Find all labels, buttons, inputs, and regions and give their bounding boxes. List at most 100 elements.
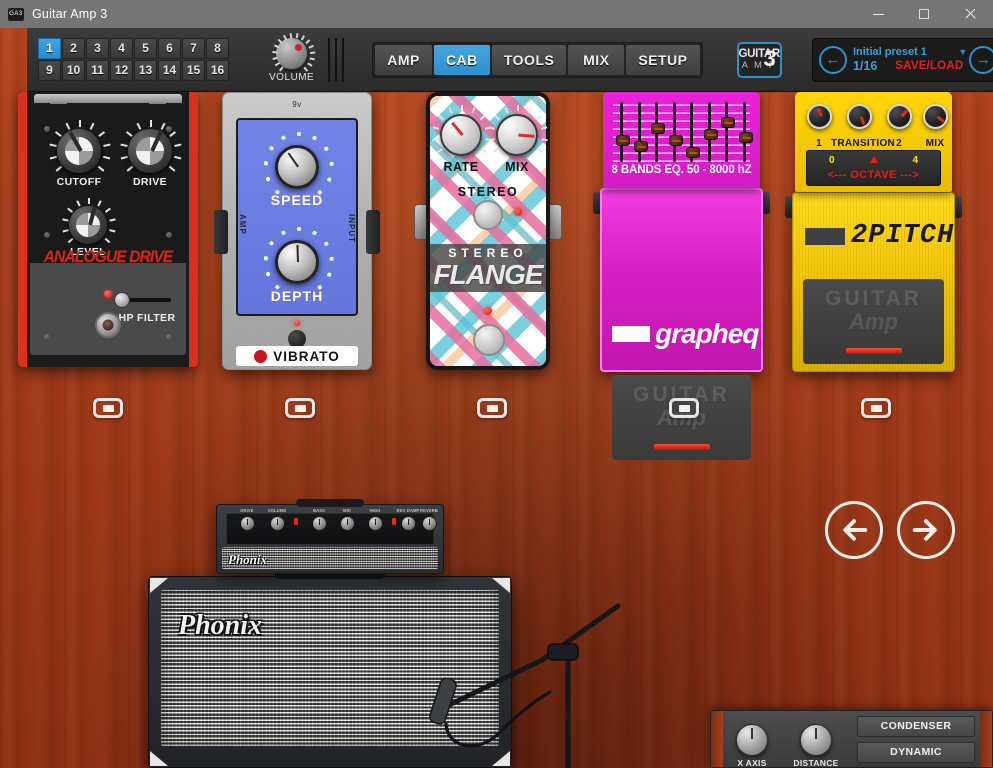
label-x-axis: X AXIS bbox=[737, 758, 767, 768]
eq-slider-handle-500[interactable] bbox=[668, 135, 683, 146]
tab-amp[interactable]: AMP bbox=[375, 44, 432, 75]
pedal-2pitch[interactable]: 2PITCH GUITAR Amp 1 TRANSITION 2 MIX 0 4… bbox=[785, 92, 962, 372]
eq-slider-handle-125[interactable] bbox=[633, 141, 648, 152]
chevron-down-icon[interactable]: ▼ bbox=[958, 47, 967, 57]
knob-level[interactable] bbox=[69, 206, 107, 244]
pedal-3-footswitch[interactable] bbox=[473, 324, 505, 356]
close-button[interactable] bbox=[947, 0, 993, 28]
app-icon: GA3 bbox=[8, 7, 24, 21]
preset-prev-button[interactable]: ← bbox=[818, 45, 847, 74]
hp-filter-handle[interactable] bbox=[114, 292, 130, 308]
preset-button-1[interactable]: 1 bbox=[38, 38, 61, 59]
preset-button-6[interactable]: 6 bbox=[158, 38, 181, 59]
amp-knob-reverb[interactable] bbox=[422, 516, 437, 531]
preset-button-2[interactable]: 2 bbox=[62, 38, 85, 59]
preset-button-8[interactable]: 8 bbox=[206, 38, 229, 59]
eq-slider-handle-4000[interactable] bbox=[721, 117, 736, 128]
mic-distance-control[interactable]: DISTANCE bbox=[793, 716, 839, 768]
arrow-left-icon bbox=[843, 519, 868, 541]
knob-depth[interactable] bbox=[275, 240, 319, 284]
bypass-toggle-pedal-5[interactable] bbox=[861, 398, 891, 418]
eq-slider-handle-50[interactable] bbox=[616, 135, 630, 146]
amp-knob-bass[interactable] bbox=[312, 516, 327, 531]
preset-button-5[interactable]: 5 bbox=[134, 38, 157, 59]
pedal-analogue-drive[interactable]: CUTOFF DRIVE LEVEL HP FILTER ANALOGUE DR… bbox=[18, 92, 198, 367]
preset-button-13[interactable]: 13 bbox=[134, 60, 157, 81]
condenser-button[interactable]: CONDENSER bbox=[857, 715, 975, 737]
preset-button-9[interactable]: 9 bbox=[38, 60, 61, 81]
pedal-4-body: grapheq GUITAR Amp bbox=[600, 188, 763, 460]
pedal-4-name: grapheq bbox=[655, 318, 759, 349]
bypass-toggle-pedal-4[interactable] bbox=[669, 398, 699, 418]
amp-knob-drive[interactable] bbox=[240, 516, 255, 531]
mic-x-axis-control[interactable]: X AXIS bbox=[729, 716, 775, 768]
preset-button-7[interactable]: 7 bbox=[182, 38, 205, 59]
preset-button-3[interactable]: 3 bbox=[86, 38, 109, 59]
eq-slider-handle-2000[interactable] bbox=[703, 129, 718, 140]
stereo-button[interactable] bbox=[473, 200, 503, 230]
amp-knob-volume[interactable] bbox=[270, 516, 285, 531]
amp-knob-rev-damp[interactable] bbox=[401, 516, 416, 531]
tab-setup[interactable]: SETUP bbox=[626, 44, 700, 75]
pedal-5-plate-text: GUITAR bbox=[825, 287, 922, 310]
dynamic-button[interactable]: DYNAMIC bbox=[857, 741, 975, 763]
preset-next-button[interactable]: → bbox=[969, 45, 993, 74]
pedal-5-footplate[interactable]: GUITAR Amp bbox=[803, 279, 944, 364]
volume-knob[interactable] bbox=[271, 32, 315, 71]
tab-tools[interactable]: TOOLS bbox=[491, 44, 567, 75]
tab-cab[interactable]: CAB bbox=[433, 44, 490, 75]
preset-button-16[interactable]: 16 bbox=[206, 60, 229, 81]
toolbar-divider-left bbox=[328, 37, 345, 83]
eq-slider-track-500[interactable] bbox=[672, 102, 676, 162]
knob-transition[interactable] bbox=[847, 104, 872, 129]
preset-button-10[interactable]: 10 bbox=[62, 60, 85, 81]
preset-button-4[interactable]: 4 bbox=[110, 38, 133, 59]
bypass-toggle-pedal-3[interactable] bbox=[477, 398, 507, 418]
amp-knob-high[interactable] bbox=[368, 516, 383, 531]
pedal-3-name-top: STEREO bbox=[448, 246, 528, 260]
amp-knob-mid[interactable] bbox=[340, 516, 355, 531]
eq-slider-handle-250[interactable] bbox=[651, 123, 666, 134]
prev-cabinet-button[interactable] bbox=[825, 501, 883, 559]
pedal-vibrato[interactable]: 9v AMP INPUT SPEED DEPTH VIBRATO bbox=[214, 92, 380, 370]
knob-pitch-2[interactable] bbox=[887, 104, 912, 129]
master-volume-control[interactable]: VOLUME bbox=[269, 32, 315, 83]
save-load-button[interactable]: SAVE/LOAD bbox=[895, 60, 963, 72]
amp-head[interactable]: DRIVE VOLUME BASS MID HIGH REV DAMP REVE… bbox=[216, 499, 444, 574]
window-title: Guitar Amp 3 bbox=[32, 7, 108, 21]
eq-slider-handle-8000[interactable] bbox=[739, 132, 753, 143]
screw bbox=[44, 334, 50, 340]
knob-speed[interactable] bbox=[275, 145, 319, 189]
maximize-button[interactable] bbox=[901, 0, 947, 28]
preset-button-14[interactable]: 14 bbox=[158, 60, 181, 81]
microphone[interactable] bbox=[420, 600, 630, 768]
eq-slider-track-4000[interactable] bbox=[725, 102, 729, 162]
tab-mix[interactable]: MIX bbox=[568, 44, 625, 75]
knob-x-axis[interactable] bbox=[736, 724, 768, 756]
bypass-toggle-pedal-1[interactable] bbox=[93, 398, 123, 418]
knob-drive-cap bbox=[136, 137, 164, 165]
knob-cutoff[interactable] bbox=[57, 129, 101, 173]
knob-distance[interactable] bbox=[800, 724, 832, 756]
preset-row-top: 1 2 3 4 5 6 7 8 bbox=[38, 38, 229, 59]
bypass-toggle-pedal-2[interactable] bbox=[285, 398, 315, 418]
knob-pitch-1[interactable] bbox=[807, 104, 832, 129]
preset-button-12[interactable]: 12 bbox=[110, 60, 133, 81]
pedal-stereo-flange[interactable]: STEREO FLANGE RATE MIX STEREO bbox=[414, 92, 562, 370]
preset-index: 1/16 bbox=[852, 59, 878, 73]
eq-slider-handle-1000[interactable] bbox=[686, 147, 701, 158]
label-pitch-2: 2 bbox=[896, 138, 902, 149]
knob-pitch-mix[interactable] bbox=[923, 104, 948, 129]
knob-drive[interactable] bbox=[128, 129, 172, 173]
preset-button-11[interactable]: 11 bbox=[86, 60, 109, 81]
minimize-button[interactable] bbox=[855, 0, 901, 28]
eq-slider-track-125[interactable] bbox=[637, 102, 641, 162]
next-cabinet-button[interactable] bbox=[897, 501, 955, 559]
eq-slider-track-50[interactable] bbox=[620, 102, 623, 162]
grapheq-block-icon bbox=[612, 326, 650, 342]
preset-button-15[interactable]: 15 bbox=[182, 60, 205, 81]
pedal-4-top-panel: 8 BANDS EQ. 50 - 8000 hZ bbox=[603, 92, 760, 188]
preset-name[interactable]: Initial preset 1 bbox=[853, 46, 963, 59]
pedal-grapheq[interactable]: grapheq GUITAR Amp 8 BANDS EQ. 50 - 8000… bbox=[593, 92, 770, 460]
pedal-1-footswitch[interactable] bbox=[95, 312, 121, 338]
